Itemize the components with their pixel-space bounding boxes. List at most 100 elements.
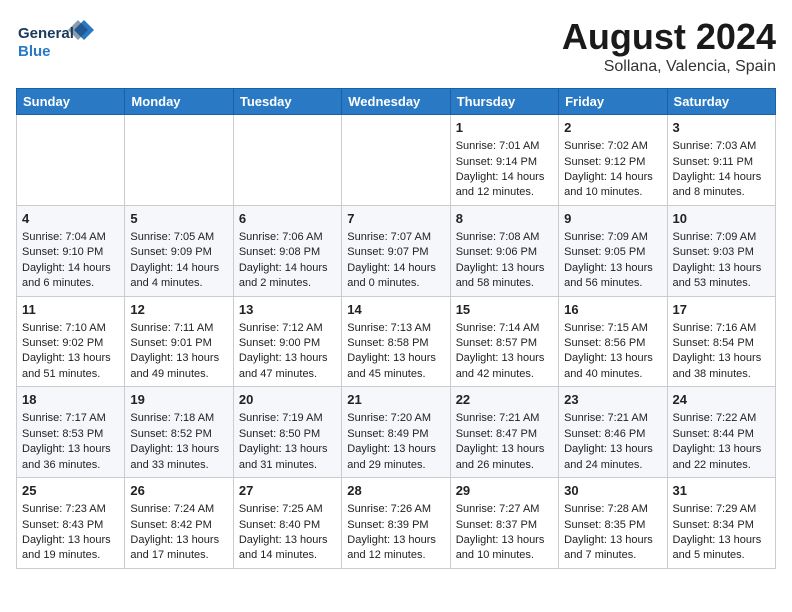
day-info: and 26 minutes. [456,458,553,473]
day-info: Daylight: 13 hours [239,442,336,457]
table-cell: 2Sunrise: 7:02 AMSunset: 9:12 PMDaylight… [559,115,667,206]
day-info: Sunset: 8:34 PM [673,518,770,533]
table-cell: 10Sunrise: 7:09 AMSunset: 9:03 PMDayligh… [667,205,775,296]
day-info: Sunrise: 7:14 AM [456,321,553,336]
day-info: Daylight: 13 hours [673,261,770,276]
table-cell: 8Sunrise: 7:08 AMSunset: 9:06 PMDaylight… [450,205,558,296]
day-info: Sunset: 9:05 PM [564,245,661,260]
day-info: Daylight: 14 hours [347,261,444,276]
day-number: 5 [130,210,227,228]
calendar-header-row: Sunday Monday Tuesday Wednesday Thursday… [17,89,776,115]
calendar-week-row: 4Sunrise: 7:04 AMSunset: 9:10 PMDaylight… [17,205,776,296]
day-number: 4 [22,210,119,228]
day-info: Sunrise: 7:12 AM [239,321,336,336]
calendar-week-row: 1Sunrise: 7:01 AMSunset: 9:14 PMDaylight… [17,115,776,206]
table-cell: 24Sunrise: 7:22 AMSunset: 8:44 PMDayligh… [667,387,775,478]
day-info: Sunrise: 7:19 AM [239,411,336,426]
day-number: 31 [673,482,770,500]
calendar-week-row: 25Sunrise: 7:23 AMSunset: 8:43 PMDayligh… [17,478,776,569]
day-number: 11 [22,301,119,319]
day-number: 6 [239,210,336,228]
day-info: Sunrise: 7:17 AM [22,411,119,426]
day-number: 29 [456,482,553,500]
day-info: and 10 minutes. [456,548,553,563]
day-info: Sunrise: 7:08 AM [456,230,553,245]
day-info: Sunrise: 7:25 AM [239,502,336,517]
day-number: 17 [673,301,770,319]
day-info: and 38 minutes. [673,367,770,382]
table-cell: 30Sunrise: 7:28 AMSunset: 8:35 PMDayligh… [559,478,667,569]
day-info: Sunrise: 7:06 AM [239,230,336,245]
header-thursday: Thursday [450,89,558,115]
day-info: and 56 minutes. [564,276,661,291]
day-info: Sunset: 8:52 PM [130,427,227,442]
header-wednesday: Wednesday [342,89,450,115]
day-info: Daylight: 13 hours [22,351,119,366]
table-cell: 15Sunrise: 7:14 AMSunset: 8:57 PMDayligh… [450,296,558,387]
day-info: Sunset: 8:56 PM [564,336,661,351]
day-info: Daylight: 13 hours [22,442,119,457]
table-cell: 1Sunrise: 7:01 AMSunset: 9:14 PMDaylight… [450,115,558,206]
day-info: Sunrise: 7:01 AM [456,139,553,154]
table-cell: 17Sunrise: 7:16 AMSunset: 8:54 PMDayligh… [667,296,775,387]
day-info: and 24 minutes. [564,458,661,473]
day-info: and 49 minutes. [130,367,227,382]
day-info: Daylight: 14 hours [456,170,553,185]
table-cell [342,115,450,206]
day-info: Sunset: 9:01 PM [130,336,227,351]
day-number: 23 [564,391,661,409]
logo: General Blue [16,16,96,64]
month-title: August 2024 [562,16,776,58]
day-number: 16 [564,301,661,319]
day-info: Daylight: 13 hours [564,351,661,366]
day-info: Sunset: 8:57 PM [456,336,553,351]
day-info: Sunrise: 7:23 AM [22,502,119,517]
day-number: 21 [347,391,444,409]
header-monday: Monday [125,89,233,115]
day-info: Daylight: 13 hours [130,442,227,457]
table-cell: 25Sunrise: 7:23 AMSunset: 8:43 PMDayligh… [17,478,125,569]
table-cell: 22Sunrise: 7:21 AMSunset: 8:47 PMDayligh… [450,387,558,478]
day-info: Daylight: 13 hours [239,351,336,366]
day-info: Sunrise: 7:16 AM [673,321,770,336]
table-cell: 7Sunrise: 7:07 AMSunset: 9:07 PMDaylight… [342,205,450,296]
day-info: Daylight: 13 hours [456,261,553,276]
table-cell: 19Sunrise: 7:18 AMSunset: 8:52 PMDayligh… [125,387,233,478]
day-number: 12 [130,301,227,319]
day-info: Daylight: 14 hours [22,261,119,276]
day-info: Sunrise: 7:22 AM [673,411,770,426]
table-cell: 12Sunrise: 7:11 AMSunset: 9:01 PMDayligh… [125,296,233,387]
location-subtitle: Sollana, Valencia, Spain [562,58,776,76]
day-info: and 10 minutes. [564,185,661,200]
day-info: Sunset: 8:46 PM [564,427,661,442]
logo-svg: General Blue [16,16,96,64]
day-info: Sunrise: 7:27 AM [456,502,553,517]
day-info: and 29 minutes. [347,458,444,473]
day-number: 2 [564,119,661,137]
day-info: Daylight: 13 hours [673,442,770,457]
header-saturday: Saturday [667,89,775,115]
table-cell [125,115,233,206]
day-info: and 14 minutes. [239,548,336,563]
day-info: and 40 minutes. [564,367,661,382]
day-info: and 58 minutes. [456,276,553,291]
day-info: and 22 minutes. [673,458,770,473]
day-info: Sunset: 9:07 PM [347,245,444,260]
day-info: Sunset: 8:49 PM [347,427,444,442]
table-cell: 31Sunrise: 7:29 AMSunset: 8:34 PMDayligh… [667,478,775,569]
table-cell: 16Sunrise: 7:15 AMSunset: 8:56 PMDayligh… [559,296,667,387]
day-number: 26 [130,482,227,500]
day-info: Sunrise: 7:07 AM [347,230,444,245]
day-info: Daylight: 13 hours [130,351,227,366]
day-info: and 17 minutes. [130,548,227,563]
day-info: Daylight: 14 hours [564,170,661,185]
day-info: Daylight: 13 hours [22,533,119,548]
header-friday: Friday [559,89,667,115]
title-block: August 2024 Sollana, Valencia, Spain [562,16,776,76]
day-number: 30 [564,482,661,500]
header-sunday: Sunday [17,89,125,115]
day-info: and 12 minutes. [347,548,444,563]
table-cell: 14Sunrise: 7:13 AMSunset: 8:58 PMDayligh… [342,296,450,387]
day-info: Daylight: 13 hours [456,442,553,457]
table-cell: 3Sunrise: 7:03 AMSunset: 9:11 PMDaylight… [667,115,775,206]
